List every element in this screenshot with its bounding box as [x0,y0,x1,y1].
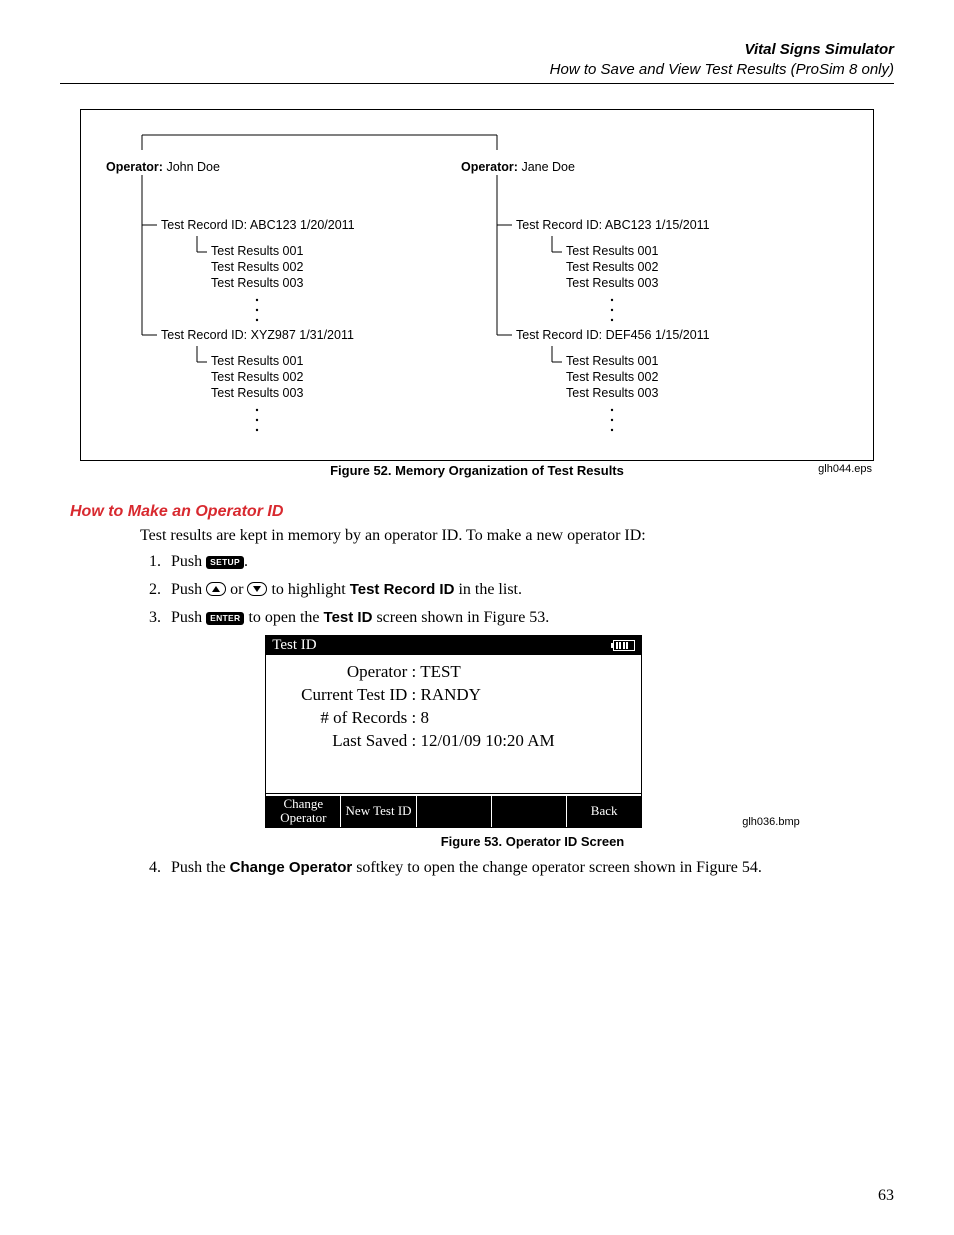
figure-52-caption: Figure 52. Memory Organization of Test R… [80,463,874,478]
doc-title: Vital Signs Simulator [60,40,894,60]
figure-53: Test ID Operator : TEST Current Test ID … [171,635,894,848]
screen-titlebar: Test ID [266,636,641,655]
figure-52-box: Operator: John Doe Test Record ID: ABC12… [80,109,874,461]
op1-rec2-r2: Test Results 002 [211,370,303,384]
softkey-empty-3 [417,796,492,827]
figure-53-caption: Figure 53. Operator ID Screen [171,834,894,849]
screen-content: Operator : TEST Current Test ID : RANDY … [266,655,641,793]
setup-key-icon: SETUP [206,556,244,569]
op1-rec2-id: Test Record ID: XYZ987 1/31/2011 [161,328,354,342]
op1-rec1-r1: Test Results 001 [211,244,303,258]
figure-53-eps: glh036.bmp [742,816,800,828]
op2-rec1-id: Test Record ID: ABC123 1/15/2011 [516,218,710,232]
op2-rec1-r1: Test Results 001 [566,244,658,258]
softkey-new-test-id[interactable]: New Test ID [341,796,416,827]
step-4: Push the Change Operator softkey to open… [165,859,894,877]
doc-subtitle: How to Save and View Test Results (ProSi… [60,60,894,80]
running-header: Vital Signs Simulator How to Save and Vi… [60,40,894,79]
arrow-up-icon [206,582,226,596]
op1-label: Operator: John Doe [106,160,220,174]
softkey-back[interactable]: Back [567,796,641,827]
section-heading: How to Make an Operator ID [70,503,894,521]
op1-rec1-r3: Test Results 003 [211,276,303,290]
op2-rec1-r2: Test Results 002 [566,260,658,274]
step-3: Push ENTER to open the Test ID screen sh… [165,609,894,848]
battery-icon [613,640,635,651]
op2-label: Operator: Jane Doe [461,160,575,174]
op1-rec1-r2: Test Results 002 [211,260,303,274]
figure-52: Operator: John Doe Test Record ID: ABC12… [80,109,874,478]
op2-rec2-r3: Test Results 003 [566,386,658,400]
section-intro: Test results are kept in memory by an op… [140,525,864,547]
step-2: Push or to highlight Test Record ID in t… [165,581,894,599]
softkey-empty-4 [492,796,567,827]
op1-rec1-id: Test Record ID: ABC123 1/20/2011 [161,218,355,232]
op2-rec2-r1: Test Results 001 [566,354,658,368]
op2-rec2-r2: Test Results 002 [566,370,658,384]
screen-title: Test ID [272,637,316,654]
page: Vital Signs Simulator How to Save and Vi… [0,0,954,1235]
op1-rec2-r1: Test Results 001 [211,354,303,368]
softkey-change-operator[interactable]: ChangeOperator [266,796,341,827]
step-1: Push SETUP. [165,553,894,571]
op1-rec2-r3: Test Results 003 [211,386,303,400]
arrow-down-icon [247,582,267,596]
op2-rec2-id: Test Record ID: DEF456 1/15/2011 [516,328,710,342]
page-number: 63 [878,1187,894,1205]
op2-rec1-r3: Test Results 003 [566,276,658,290]
header-rule [60,83,894,84]
steps-list: Push SETUP. Push or to highlight Test Re… [140,553,894,876]
softkey-row: ChangeOperator New Test ID Back [266,796,641,827]
screen-test-id: Test ID Operator : TEST Current Test ID … [265,635,642,827]
enter-key-icon: ENTER [206,612,244,625]
